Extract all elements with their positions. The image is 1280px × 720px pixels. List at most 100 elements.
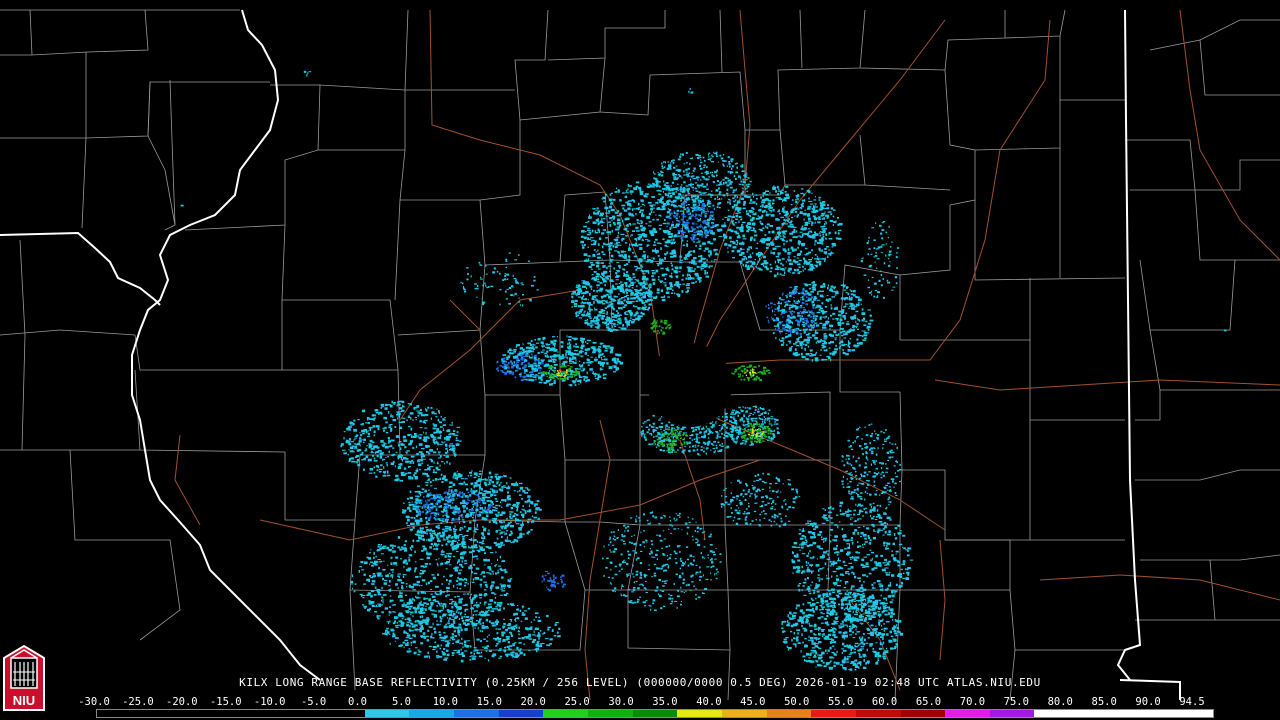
echo-pixel (807, 214, 811, 217)
echo-pixel (706, 208, 708, 211)
echo-pixel (627, 230, 629, 233)
echo-pixel (745, 179, 748, 181)
echo-pixel (672, 166, 676, 169)
echo-pixel (587, 348, 590, 351)
echo-pixel (814, 243, 816, 246)
echo-pixel (578, 376, 583, 378)
echo-pixel (744, 443, 747, 445)
echo-pixel (692, 250, 696, 253)
echo-pixel (581, 282, 584, 284)
echo-pixel (615, 228, 619, 231)
echo-pixel (696, 238, 700, 240)
echo-pixel (608, 366, 613, 369)
echo-pixel (794, 249, 796, 252)
echo-pixel (805, 328, 809, 331)
echo-pixel (821, 358, 825, 361)
echo-pixel (800, 297, 803, 299)
echo-pixel (682, 434, 684, 437)
echo-pixel (713, 238, 717, 241)
echo-pixel (772, 209, 775, 212)
echo-pixel (589, 309, 591, 313)
echo-pixel (357, 419, 360, 421)
echo-pixel (373, 434, 376, 437)
echo-pixel (445, 438, 450, 441)
echo-pixel (409, 412, 414, 415)
echo-pixel (419, 427, 423, 429)
echo-pixel (746, 185, 750, 188)
echo-pixel (828, 231, 831, 235)
echo-pixel (541, 345, 545, 347)
echo-pixel (645, 270, 649, 273)
echo-pixel (797, 340, 799, 342)
echo-pixel (758, 228, 763, 231)
echo-pixel (735, 208, 738, 211)
echo-pixel (699, 431, 701, 434)
echo-pixel (412, 461, 415, 464)
echo-pixel (622, 255, 625, 259)
echo-pixel (797, 315, 801, 317)
echo-pixel (576, 288, 581, 291)
echo-pixel (537, 338, 541, 341)
echo-pixel (751, 430, 754, 432)
echo-pixel (708, 155, 710, 158)
echo-pixel (594, 375, 596, 377)
echo-pixel (409, 434, 412, 436)
echo-pixel (370, 447, 375, 450)
echo-pixel (604, 321, 608, 325)
echo-pixel (692, 175, 695, 177)
echo-pixel (584, 310, 586, 312)
echo-pixel (746, 370, 749, 373)
echo-pixel (628, 223, 631, 225)
echo-pixel (677, 174, 680, 176)
echo-pixel (658, 331, 660, 334)
echo-pixel (792, 260, 796, 263)
echo-pixel (612, 308, 615, 311)
echo-pixel (617, 299, 621, 302)
echo-pixel (686, 173, 689, 176)
echo-pixel (520, 372, 522, 375)
echo-pixel (553, 339, 556, 342)
echo-pixel (419, 468, 421, 471)
echo-pixel (664, 284, 667, 287)
echo-pixel (766, 419, 769, 421)
echo-pixel (557, 374, 560, 376)
echo-pixel (830, 290, 834, 292)
echo-pixel (616, 310, 618, 312)
echo-pixel (530, 371, 534, 374)
echo-pixel (615, 283, 618, 285)
echo-pixel (827, 211, 832, 213)
echo-pixel (750, 218, 754, 222)
echo-pixel (785, 216, 788, 218)
echo-pixel (803, 338, 807, 341)
echo-pixel (584, 319, 587, 322)
echo-pixel (749, 180, 752, 183)
echo-pixel (388, 411, 390, 414)
echo-pixel (614, 361, 618, 364)
echo-pixel (553, 379, 556, 382)
echo-pixel (676, 438, 679, 440)
echo-pixel (677, 196, 681, 198)
echo-pixel (750, 443, 754, 446)
echo-pixel (598, 324, 601, 327)
echo-pixel (564, 377, 567, 379)
echo-pixel (670, 262, 673, 264)
echo-pixel (700, 449, 703, 451)
echo-pixel (725, 426, 727, 428)
echo-pixel (525, 366, 527, 368)
echo-pixel (562, 343, 564, 345)
echo-pixel (735, 410, 738, 412)
echo-pixel (644, 438, 648, 441)
echo-pixel (451, 445, 455, 447)
echo-pixel (598, 346, 601, 348)
echo-pixel (803, 331, 806, 334)
echo-pixel (616, 274, 619, 278)
echo-pixel (687, 277, 689, 280)
echo-pixel (694, 187, 697, 190)
echo-pixel (710, 422, 712, 425)
echo-pixel (659, 185, 661, 188)
echo-pixel (810, 316, 813, 318)
echo-pixel (356, 459, 359, 462)
echo-pixel (569, 352, 574, 355)
echo-pixel (628, 302, 633, 304)
echo-pixel (602, 272, 606, 275)
